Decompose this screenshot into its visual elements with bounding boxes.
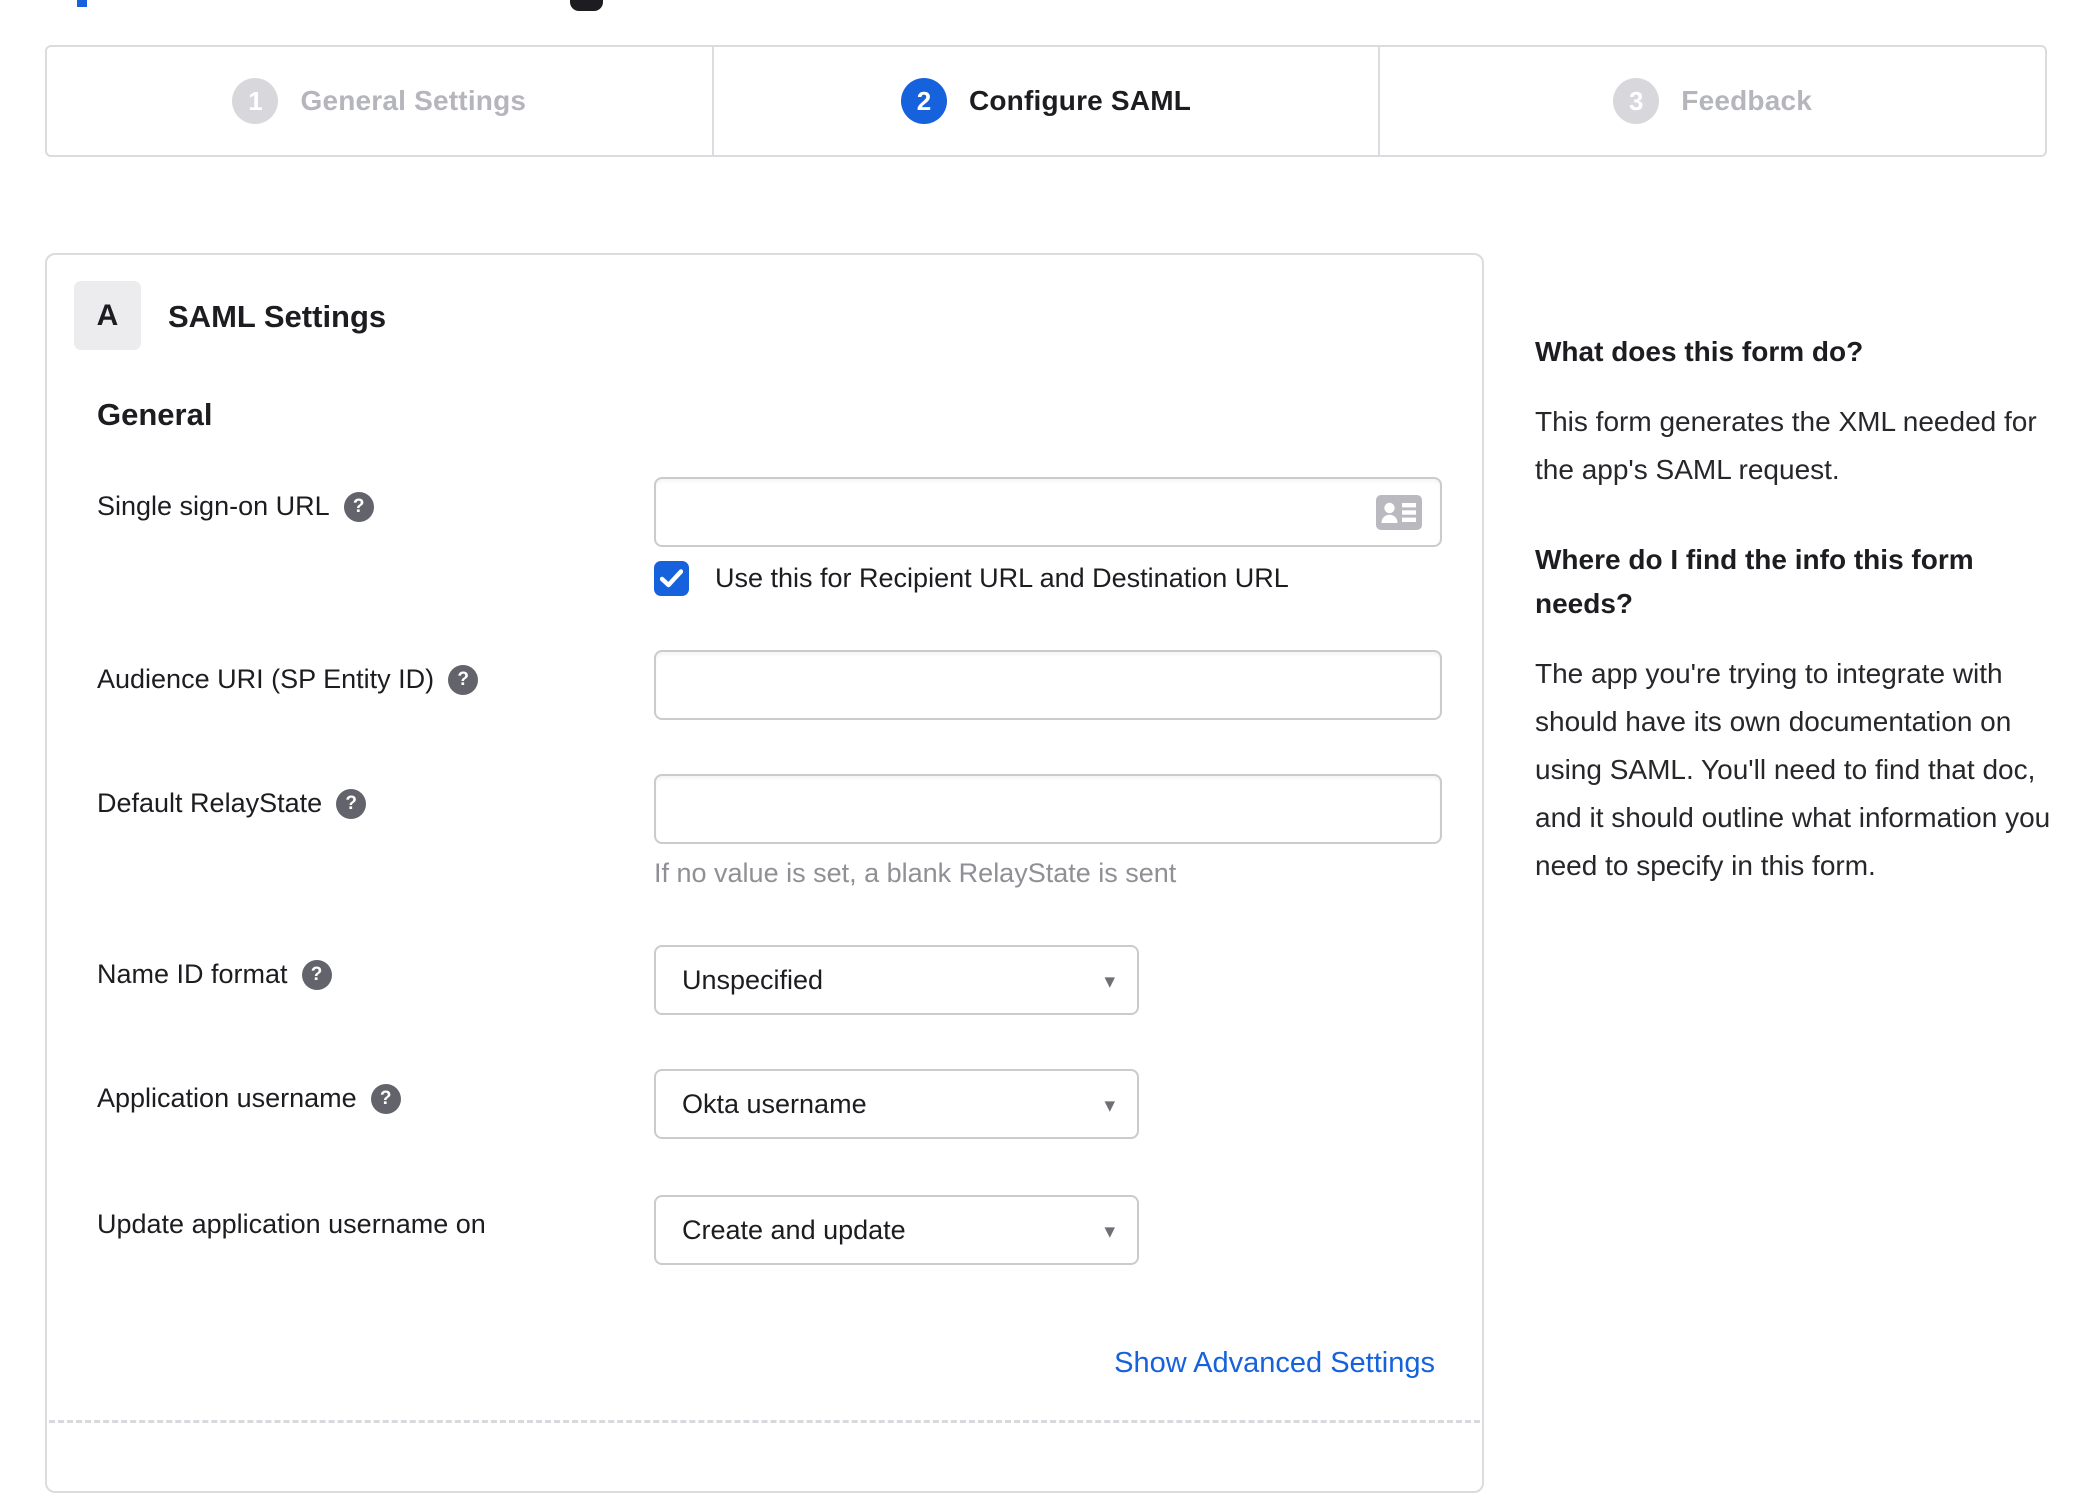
recipient-url-checkbox[interactable] — [654, 561, 689, 596]
section-divider — [49, 1420, 1480, 1423]
step-feedback[interactable]: 3 Feedback — [1380, 47, 2045, 155]
step-number-badge: 2 — [900, 78, 947, 124]
step-label: Feedback — [1681, 85, 1813, 116]
sidebar-answer-1: This form generates the XML needed for t… — [1535, 406, 2037, 485]
section-title: SAML Settings — [168, 299, 387, 334]
help-icon[interactable]: ? — [336, 788, 367, 819]
single-sign-on-url-input-wrap — [654, 477, 1442, 547]
row-single-sign-on-url: Single sign-on URL ? — [47, 477, 1482, 547]
sidebar-answer-2: The app you're trying to integrate with … — [1535, 658, 2051, 881]
name-id-format-label: Name ID format ? — [97, 959, 332, 990]
chevron-down-icon: ▾ — [1104, 1220, 1115, 1243]
help-icon[interactable]: ? — [448, 664, 479, 695]
update-application-username-select[interactable]: Create and update ▾ — [654, 1195, 1139, 1265]
default-relaystate-input-wrap — [654, 774, 1442, 844]
recipient-url-checkbox-row: Use this for Recipient URL and Destinati… — [654, 561, 1289, 596]
wizard-stepper: 1 General Settings 2 Configure SAML 3 Fe… — [45, 45, 2047, 157]
relaystate-hint-text: If no value is set, a blank RelayState i… — [654, 858, 1177, 888]
contact-card-icon[interactable] — [1376, 495, 1422, 535]
checkmark-icon — [660, 569, 683, 588]
application-username-select[interactable]: Okta username ▾ — [654, 1069, 1139, 1139]
step-number-badge: 1 — [232, 78, 279, 124]
help-icon[interactable]: ? — [301, 959, 332, 990]
row-name-id-format: Name ID format ? Unspecified ▾ — [47, 945, 1482, 1015]
name-id-format-select[interactable]: Unspecified ▾ — [654, 945, 1139, 1015]
help-sidebar: What does this form do? This form genera… — [1535, 330, 2051, 934]
sidebar-question-2: Where do I find the info this form needs… — [1535, 544, 1974, 619]
section-a-badge: A — [74, 281, 141, 350]
row-audience-uri: Audience URI (SP Entity ID) ? — [47, 650, 1482, 720]
chevron-down-icon: ▾ — [1104, 1094, 1115, 1117]
sidebar-question-1: What does this form do? — [1535, 336, 1864, 367]
step-label: General Settings — [300, 85, 527, 116]
step-label: Configure SAML — [968, 85, 1192, 116]
audience-uri-input-wrap — [654, 650, 1442, 720]
show-advanced-settings-link[interactable]: Show Advanced Settings — [1114, 1347, 1435, 1380]
audience-uri-input[interactable] — [654, 650, 1442, 720]
help-icon[interactable]: ? — [343, 491, 374, 522]
row-application-username: Application username ? Okta username ▾ — [47, 1069, 1482, 1139]
step-general-settings[interactable]: 1 General Settings — [47, 47, 714, 155]
audience-uri-label: Audience URI (SP Entity ID) ? — [97, 664, 479, 695]
row-update-application-username: Update application username on Create an… — [47, 1195, 1482, 1265]
default-relaystate-input[interactable] — [654, 774, 1442, 844]
step-number-badge: 3 — [1613, 78, 1660, 124]
saml-settings-panel: A SAML Settings General Single sign-on U… — [45, 253, 1484, 1493]
single-sign-on-url-label: Single sign-on URL ? — [97, 491, 374, 522]
page-header-remnant-blue — [77, 0, 87, 7]
row-default-relaystate: Default RelayState ? If no value is set,… — [47, 774, 1482, 904]
default-relaystate-label: Default RelayState ? — [97, 788, 367, 819]
help-icon[interactable]: ? — [370, 1083, 401, 1114]
update-application-username-label: Update application username on — [97, 1209, 486, 1239]
recipient-url-checkbox-label: Use this for Recipient URL and Destinati… — [715, 563, 1289, 593]
group-title-general: General — [97, 397, 213, 432]
page-header-remnant-dark — [570, 0, 603, 11]
application-username-label: Application username ? — [97, 1083, 401, 1114]
step-configure-saml[interactable]: 2 Configure SAML — [714, 47, 1381, 155]
chevron-down-icon: ▾ — [1104, 970, 1115, 993]
single-sign-on-url-input[interactable] — [654, 477, 1442, 547]
